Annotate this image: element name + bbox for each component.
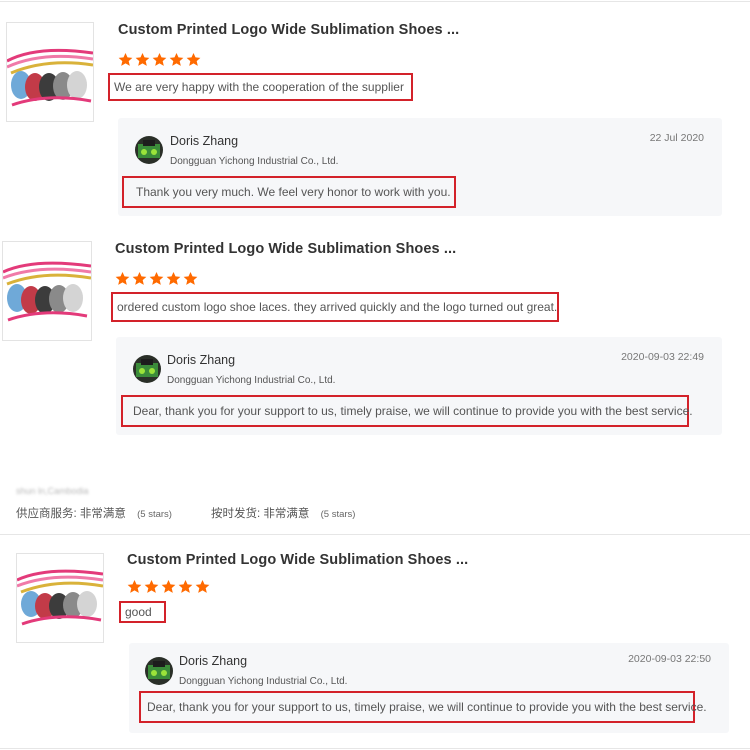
supplier-service-rating: 供应商服务: 非常满意 (5 stars) <box>16 505 172 521</box>
star-icon <box>152 52 167 66</box>
review-card: Custom Printed Logo Wide Sublimation Sho… <box>0 225 750 440</box>
supplier-avatar <box>135 136 163 164</box>
product-title[interactable]: Custom Printed Logo Wide Sublimation Sho… <box>115 241 456 257</box>
review-comment: We are very happy with the cooperation o… <box>108 73 413 101</box>
product-thumbnail[interactable] <box>6 22 94 122</box>
star-icon <box>183 271 198 285</box>
supplier-service-label: 供应商服务: <box>16 508 77 520</box>
star-icon <box>169 52 184 66</box>
star-icon <box>178 579 193 593</box>
reply-date: 2020-09-03 22:50 <box>628 653 711 665</box>
reply-date: 2020-09-03 22:49 <box>621 351 704 363</box>
star-icon <box>135 52 150 66</box>
supplier-name: Doris Zhang <box>170 134 239 148</box>
supplier-reply: Doris Zhang Dongguan Yichong Industrial … <box>118 118 722 216</box>
reply-text: Dear, thank you for your support to us, … <box>139 691 707 723</box>
supplier-name: Doris Zhang <box>179 654 248 668</box>
bottom-divider <box>0 748 750 749</box>
supplier-reply: Doris Zhang Dongguan Yichong Industrial … <box>116 337 722 435</box>
supplier-name: Doris Zhang <box>167 353 236 367</box>
star-icon <box>149 271 164 285</box>
rating-stars <box>115 271 198 286</box>
shoelace-product-image <box>7 48 93 107</box>
review-card: Custom Printed Logo Wide Sublimation Sho… <box>0 535 750 735</box>
review-comment: good <box>119 601 166 623</box>
supplier-company: Dongguan Yichong Industrial Co., Ltd. <box>170 156 339 167</box>
supplier-company: Dongguan Yichong Industrial Co., Ltd. <box>167 375 336 386</box>
star-icon <box>186 52 201 66</box>
star-icon <box>195 579 210 593</box>
reply-text: Thank you very much. We feel very honor … <box>122 176 456 208</box>
shipping-value: 非常满意 <box>263 508 310 520</box>
supplier-service-value: 非常满意 <box>79 508 126 520</box>
rating-stars <box>118 52 201 67</box>
product-title[interactable]: Custom Printed Logo Wide Sublimation Sho… <box>118 22 459 38</box>
star-icon <box>132 271 147 285</box>
supplier-avatar <box>133 355 161 383</box>
star-icon <box>166 271 181 285</box>
shipping-rating: 按时发货: 非常满意 (5 stars) <box>211 505 355 521</box>
supplier-reply: Doris Zhang Dongguan Yichong Industrial … <box>129 643 729 733</box>
shipping-label: 按时发货: <box>211 508 261 520</box>
reply-date: 22 Jul 2020 <box>649 132 704 144</box>
shoelace-product-image <box>17 569 103 626</box>
supplier-avatar <box>145 657 173 685</box>
product-title[interactable]: Custom Printed Logo Wide Sublimation Sho… <box>127 552 468 568</box>
star-icon <box>118 52 133 66</box>
buyer-location: shun ln,Cambodia <box>16 486 89 496</box>
supplier-company: Dongguan Yichong Industrial Co., Ltd. <box>179 676 348 687</box>
shipping-count: (5 stars) <box>320 509 356 520</box>
rating-stars <box>127 579 210 594</box>
product-thumbnail[interactable] <box>16 553 104 643</box>
shoelace-product-image <box>3 261 91 322</box>
star-icon <box>127 579 142 593</box>
supplier-service-count: (5 stars) <box>137 509 172 520</box>
review-card: Custom Printed Logo Wide Sublimation Sho… <box>0 0 750 225</box>
product-thumbnail[interactable] <box>2 241 92 341</box>
review-comment: ordered custom logo shoe laces. they arr… <box>111 292 559 322</box>
star-icon <box>161 579 176 593</box>
reply-text: Dear, thank you for your support to us, … <box>121 395 693 427</box>
star-icon <box>115 271 130 285</box>
star-icon <box>144 579 159 593</box>
